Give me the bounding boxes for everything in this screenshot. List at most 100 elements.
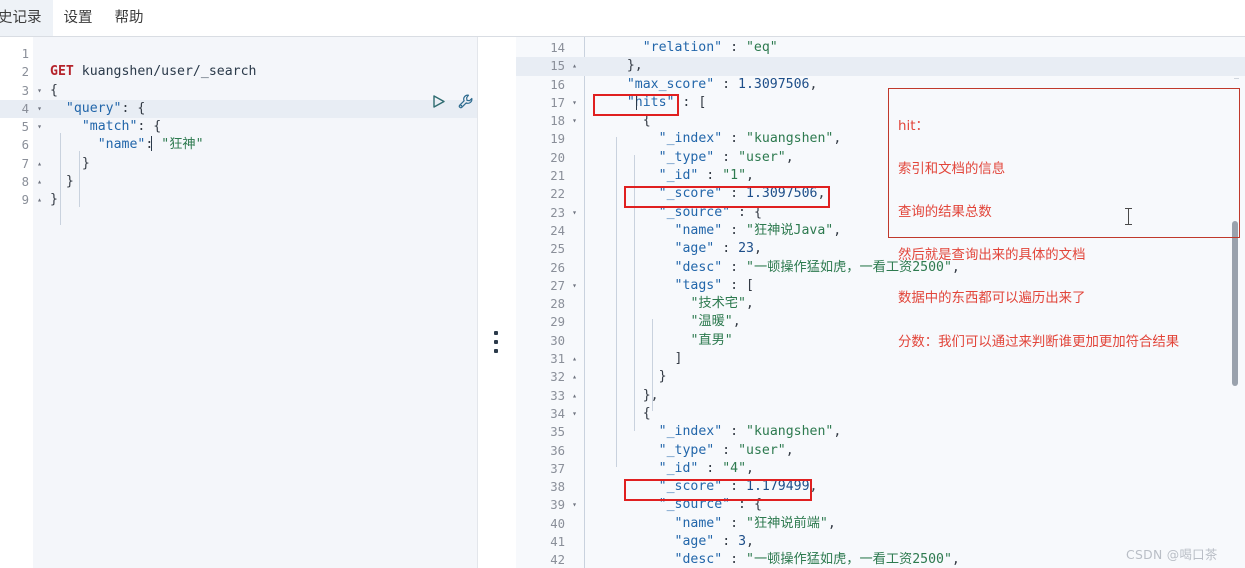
fold-toggle-icon[interactable]: ▾ (568, 112, 581, 130)
request-code[interactable]: 1 2 GET kuangshen/user/_search 3 ▾{4 ▾ "query… (0, 45, 477, 210)
code-line[interactable]: 14 "relation" : "eq" (516, 39, 1245, 57)
code-line[interactable]: 33 ▴ }, (516, 387, 1245, 405)
play-icon[interactable] (430, 93, 447, 110)
code-line[interactable]: 6 "name": "狂神" (0, 136, 477, 154)
fold-toggle-icon[interactable]: ▾ (568, 277, 581, 295)
line-number: 17 (550, 95, 565, 110)
editor-actions (430, 93, 474, 110)
code-line[interactable]: 36 "_type" : "user", (516, 442, 1245, 460)
line-number: 19 (550, 132, 565, 147)
code-text: "_score" : 1.179499, (658, 479, 818, 495)
console-window: 史记录 设置 帮助 1 2 GET kuangshen/user/_search 3 ▾… (0, 0, 1245, 568)
code-text: "age" : 23, (674, 241, 762, 257)
code-text: { (642, 405, 651, 421)
line-number: 37 (550, 461, 565, 476)
request-editor[interactable]: 1 2 GET kuangshen/user/_search 3 ▾{4 ▾ "query… (0, 37, 478, 568)
code-line[interactable]: 3 ▾{ (0, 82, 477, 100)
code-line[interactable]: 9 ▴} (0, 191, 477, 209)
code-text: "_score" : 1.3097506, (658, 186, 826, 202)
line-number: 36 (550, 443, 565, 458)
code-line[interactable]: 39 ▾ "_source" : { (516, 496, 1245, 514)
code-text: "直男" (690, 332, 733, 348)
code-text: "age" : 3, (674, 534, 754, 550)
text-cursor (151, 136, 152, 151)
code-line[interactable]: 37 "_id" : "4", (516, 460, 1245, 478)
line-number: 2 (21, 65, 29, 80)
code-text: "name" : "狂神说Java", (674, 222, 842, 238)
fold-toggle-icon[interactable]: ▾ (568, 204, 581, 222)
fold-toggle-icon[interactable]: ▾ (33, 82, 46, 100)
code-text: "desc" : "一顿操作猛如虎，一看工资2500", (674, 552, 960, 568)
code-line[interactable]: 38 "_score" : 1.179499, (516, 478, 1245, 496)
fold-toggle-icon[interactable]: ▾ (33, 118, 46, 136)
code-line[interactable]: 35 "_index" : "kuangshen", (516, 423, 1245, 441)
code-line[interactable]: 4 ▾ "query": { (0, 99, 477, 119)
line-number: 5 (21, 120, 29, 135)
fold-toggle-icon[interactable]: ▾ (568, 496, 581, 514)
line-number: 32 (550, 370, 565, 385)
line-number: 14 (550, 41, 565, 55)
fold-toggle-icon[interactable]: ▴ (568, 350, 581, 368)
line-number: 35 (550, 425, 565, 440)
code-text: } (81, 155, 90, 171)
fold-toggle-icon[interactable]: ▾ (568, 94, 581, 112)
annotation-title: hit： (898, 118, 929, 134)
code-text: GET kuangshen/user/_search (50, 64, 257, 80)
fold-toggle-icon[interactable]: ▴ (33, 191, 46, 209)
code-line[interactable]: 7 ▴ } (0, 155, 477, 173)
code-text: "技术宅", (690, 296, 754, 312)
menu-help[interactable]: 帮助 (104, 0, 155, 36)
line-number: 16 (550, 77, 565, 92)
menu-history[interactable]: 史记录 (0, 0, 53, 36)
pane-resize-handle[interactable] (492, 331, 500, 353)
csdn-watermark: CSDN @喝口茶 (1126, 547, 1218, 562)
code-text: "_index" : "kuangshen", (658, 131, 842, 147)
fold-toggle-icon[interactable]: ▾ (568, 405, 581, 423)
scrollbar-track (1234, 78, 1239, 79)
code-text: }, (626, 58, 643, 74)
code-text: "hits" : [ (626, 94, 707, 110)
fold-toggle-icon[interactable]: ▴ (568, 368, 581, 386)
fold-toggle-icon[interactable]: ▴ (568, 57, 581, 75)
line-number: 4 (21, 101, 29, 116)
code-line[interactable]: 34 ▾ { (516, 405, 1245, 423)
line-number: 20 (550, 150, 565, 165)
line-number: 23 (550, 205, 565, 220)
code-text: "max_score" : 1.3097506, (626, 76, 818, 92)
code-text: "match": { (81, 119, 162, 135)
code-line[interactable]: 8 ▴ } (0, 173, 477, 191)
line-number: 21 (550, 169, 565, 184)
menu-bar: 史记录 设置 帮助 (0, 0, 1245, 36)
line-number: 27 (550, 278, 565, 293)
code-line[interactable]: 15 ▴ }, (516, 57, 1245, 76)
wrench-icon[interactable] (457, 93, 474, 110)
line-number: 8 (21, 175, 29, 190)
code-text: "query": { (65, 100, 146, 116)
text-cursor-annotation (1125, 208, 1132, 225)
fold-toggle-icon[interactable]: ▴ (568, 387, 581, 405)
handle-dot (494, 349, 498, 353)
code-text: ] (674, 351, 683, 367)
line-number: 38 (550, 480, 565, 495)
fold-toggle-icon[interactable]: ▴ (33, 173, 46, 191)
code-line[interactable]: 5 ▾ "match": { (0, 118, 477, 136)
line-number: 42 (550, 553, 565, 568)
code-text: "tags" : [ (674, 277, 754, 293)
code-text: "_index" : "kuangshen", (658, 424, 842, 440)
code-text: "name" : "狂神说前端", (674, 515, 836, 531)
line-number: 7 (21, 156, 29, 171)
annotation-line-2: 查询的结果总数 (898, 204, 992, 220)
code-line[interactable]: 40 "name" : "狂神说前端", (516, 515, 1245, 533)
line-number: 31 (550, 352, 565, 367)
fold-toggle-icon[interactable]: ▴ (33, 155, 46, 173)
menu-settings[interactable]: 设置 (53, 0, 104, 36)
code-text: "_id" : "1", (658, 168, 754, 184)
code-line[interactable]: 1 (0, 45, 477, 63)
text-cursor (636, 95, 637, 110)
fold-toggle-icon[interactable]: ▾ (33, 100, 46, 118)
line-number: 29 (550, 315, 565, 330)
line-number: 22 (550, 187, 565, 202)
response-scrollbar[interactable] (1232, 221, 1238, 386)
code-line[interactable]: 2 GET kuangshen/user/_search (0, 63, 477, 81)
code-text: "温暖", (690, 314, 741, 330)
